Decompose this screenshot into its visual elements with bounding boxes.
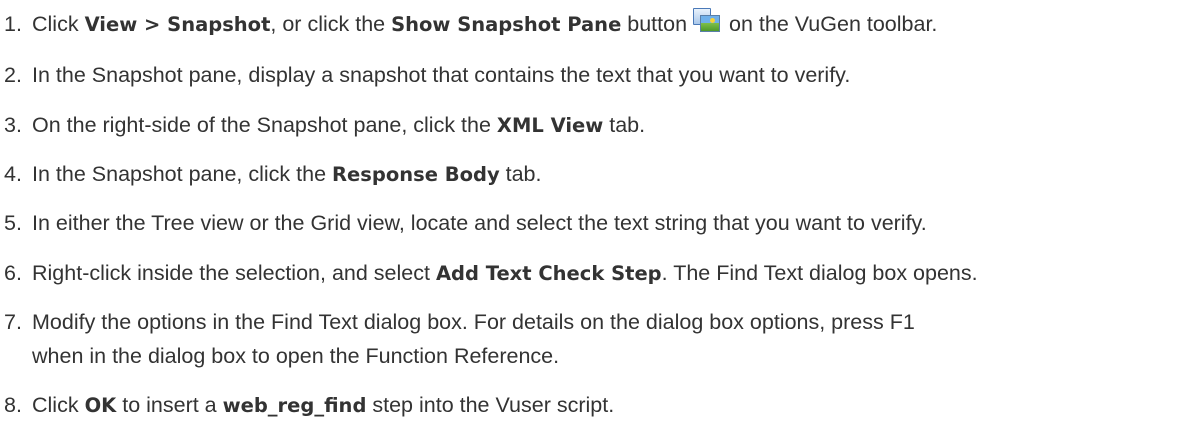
step-text: Click xyxy=(32,12,85,36)
function-name-web-reg-find: web_reg_find xyxy=(222,394,367,417)
step-4: 4. In the Snapshot pane, click the Respon… xyxy=(4,159,1202,190)
step-text: In the Snapshot pane, display a snapshot… xyxy=(32,63,851,87)
step-number: 4. xyxy=(4,162,22,186)
step-text-line-1: Modify the options in the Find Text dial… xyxy=(32,310,915,334)
step-text: On the right-side of the Snapshot pane, … xyxy=(32,113,497,137)
menu-item-add-text-check-step: Add Text Check Step xyxy=(435,262,662,285)
step-7: 7. Modify the options in the Find Text di… xyxy=(4,307,1202,337)
step-8: 8. Click OK to insert a web_reg_find step… xyxy=(4,390,1202,421)
step-number: 2. xyxy=(4,63,22,87)
instruction-steps: 1. Click View > Snapshot, or click the Sh… xyxy=(0,0,1202,425)
step-text: step into the Vuser script. xyxy=(366,393,615,417)
step-number: 1. xyxy=(4,12,22,36)
step-number: 7. xyxy=(4,310,22,334)
step-text: on the VuGen toolbar. xyxy=(723,12,938,36)
step-text: tab. xyxy=(499,162,542,186)
tab-name-xml-view: XML View xyxy=(496,114,604,137)
step-text: In either the Tree view or the Grid view… xyxy=(32,211,927,235)
step-text: to insert a xyxy=(116,393,223,417)
tab-name-response-body: Response Body xyxy=(332,163,500,186)
step-text: tab. xyxy=(603,113,646,137)
step-text: button xyxy=(621,12,688,36)
step-text-line-2: when in the dialog box to open the Funct… xyxy=(32,344,560,368)
step-text: Right-click inside the selection, and se… xyxy=(32,261,436,285)
step-text: Click xyxy=(32,393,85,417)
step-1: 1. Click View > Snapshot, or click the Sh… xyxy=(4,8,1202,40)
step-6: 6. Right-click inside the selection, and … xyxy=(4,258,1202,289)
step-2: 2. In the Snapshot pane, display a snapsh… xyxy=(4,60,1202,90)
step-text: . The Find Text dialog box opens. xyxy=(661,261,978,285)
button-name-show-snapshot-pane: Show Snapshot Pane xyxy=(391,13,622,36)
step-number: 8. xyxy=(4,393,22,417)
step-7-continuation: when in the dialog box to open the Funct… xyxy=(4,341,1202,371)
step-3: 3. On the right-side of the Snapshot pane… xyxy=(4,110,1202,141)
step-text: In the Snapshot pane, click the xyxy=(32,162,333,186)
step-number: 6. xyxy=(4,261,22,285)
step-number: 3. xyxy=(4,113,22,137)
button-name-ok: OK xyxy=(84,394,117,417)
step-number: 5. xyxy=(4,211,22,235)
step-5: 5. In either the Tree view or the Grid vi… xyxy=(4,208,1202,238)
step-text: , or click the xyxy=(270,12,392,36)
menu-path-view-snapshot: View > Snapshot xyxy=(84,13,271,36)
show-snapshot-pane-icon xyxy=(691,8,721,34)
